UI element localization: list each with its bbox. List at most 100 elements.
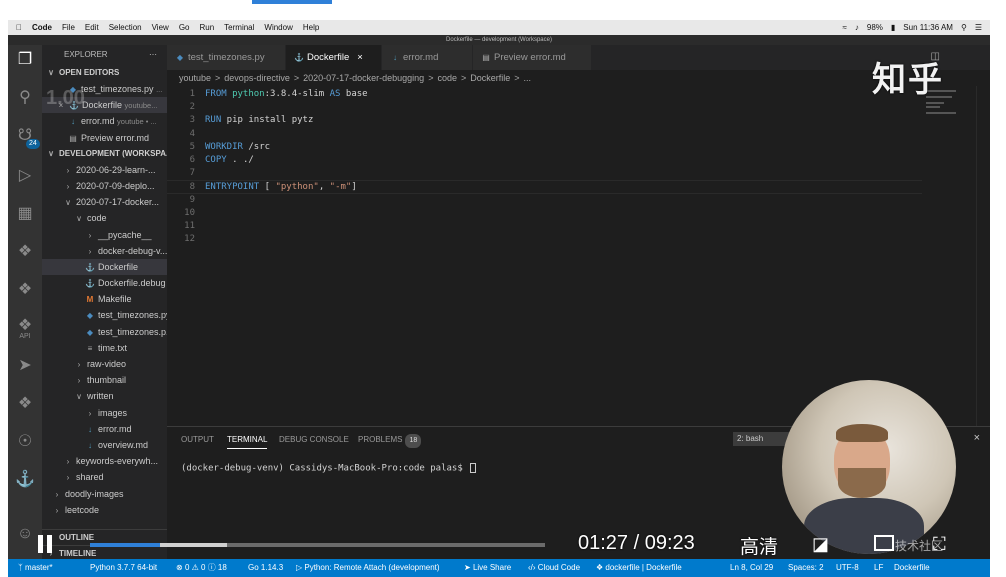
tree-folder[interactable]: ∨ 2020-07-17-docker... xyxy=(42,194,167,210)
tree-folder[interactable]: › 2020-07-09-deplo... xyxy=(42,178,167,194)
breadcrumb-item[interactable]: 2020-07-17-docker-debugging xyxy=(303,73,424,83)
tree-folder[interactable]: › docker-debug-v... xyxy=(42,243,167,259)
tab-output[interactable]: OUTPUT xyxy=(181,433,214,449)
quality-selector[interactable]: 高清 xyxy=(740,532,778,559)
search-icon[interactable]: ⚲ xyxy=(961,23,967,32)
terminal-output[interactable]: (docker-debug-venv) Cassidys-MacBook-Pro… xyxy=(181,463,477,474)
tree-file[interactable]: ⚓ Dockerfile xyxy=(42,258,167,276)
tree-file[interactable]: ↓ error.md xyxy=(42,421,167,437)
live-share-icon[interactable]: ➤ xyxy=(8,351,42,381)
tab-test-timezones[interactable]: ◆ test_timezones.py xyxy=(167,45,285,70)
line-number: 7 xyxy=(189,168,195,179)
tree-folder[interactable]: › raw-video xyxy=(42,356,167,372)
tree-folder[interactable]: › leetcode xyxy=(42,502,167,518)
progress-bar[interactable] xyxy=(90,543,545,547)
tree-file[interactable]: ≡ time.txt xyxy=(42,340,167,356)
tree-folder[interactable]: ∨ code xyxy=(42,210,167,226)
source-control-icon[interactable]: ☋ 24 xyxy=(8,121,42,151)
tree-file[interactable]: ◆ test_timezones.p... xyxy=(42,324,167,340)
code-token: :3.8.4-slim xyxy=(264,89,330,99)
line-number: 1 xyxy=(189,89,195,99)
breadcrumb-item[interactable]: Dockerfile xyxy=(470,73,510,83)
menu-run[interactable]: Run xyxy=(199,23,214,32)
problems-label: PROBLEMS xyxy=(358,435,403,444)
search-icon[interactable]: ⚲ xyxy=(8,83,42,113)
menu-app-name[interactable]: Code xyxy=(32,23,52,32)
battery-icon[interactable]: ▮ xyxy=(891,23,895,32)
tab-error-md[interactable]: ↓ error.md xyxy=(382,45,472,70)
picture-in-picture-icon[interactable] xyxy=(874,535,894,551)
tree-folder[interactable]: › __pycache__ xyxy=(42,227,167,243)
menu-file[interactable]: File xyxy=(62,23,75,32)
apple-menu-icon[interactable]:  xyxy=(16,23,22,32)
breadcrumb-item[interactable]: ... xyxy=(524,73,532,83)
close-panel-icon[interactable]: × xyxy=(974,432,980,444)
menu-go[interactable]: Go xyxy=(179,23,190,32)
tab-debug-console[interactable]: DEBUG CONSOLE xyxy=(279,433,349,449)
menu-view[interactable]: View xyxy=(152,23,169,32)
tree-file[interactable]: M Makefile xyxy=(42,291,167,307)
markdown-icon: ↓ xyxy=(88,440,92,450)
tree-folder[interactable]: › keywords-everywh... xyxy=(42,453,167,469)
menu-help[interactable]: Help xyxy=(303,23,319,32)
workspace-section[interactable]: ∨ DEVELOPMENT (WORKSPA... xyxy=(42,146,167,162)
vscode-icon[interactable]: ❖ xyxy=(8,389,42,419)
gitlens-icon[interactable]: ☉ xyxy=(8,427,42,457)
editor-scrollbar[interactable] xyxy=(976,86,990,456)
menu-edit[interactable]: Edit xyxy=(85,23,99,32)
code-token: "-m" xyxy=(329,182,352,193)
open-editor-item[interactable]: ▤ Preview error.md xyxy=(42,130,167,146)
tree-folder[interactable]: › 2020-06-29-learn-... xyxy=(42,162,167,178)
tab-problems[interactable]: PROBLEMS 18 xyxy=(358,433,422,449)
tree-folder[interactable]: › thumbnail xyxy=(42,372,167,388)
wifi-icon[interactable]: ≈ xyxy=(842,23,846,32)
chevron-down-icon: ∨ xyxy=(65,198,71,208)
volume-icon[interactable]: ◪ xyxy=(812,534,829,555)
breadcrumb-item[interactable]: youtube xyxy=(179,73,211,83)
tree-folder[interactable]: › doodly-images xyxy=(42,486,167,502)
error-count: 0 xyxy=(184,563,190,572)
window-title: Dockerfile — development (Workspace) xyxy=(8,35,990,45)
source-control-badge: 24 xyxy=(26,139,40,149)
menu-window[interactable]: Window xyxy=(264,23,292,32)
pause-button[interactable] xyxy=(36,535,56,557)
remote-explorer-icon[interactable]: ❖ xyxy=(8,237,42,267)
menu-extras-icon[interactable]: ☰ xyxy=(975,23,982,32)
fullscreen-icon[interactable]: ⛶ xyxy=(933,534,946,555)
breadcrumb-item[interactable]: code xyxy=(437,73,457,83)
open-editor-item[interactable]: ↓ error.md youtube • ... xyxy=(42,113,167,129)
line-number: 5 xyxy=(189,141,195,152)
more-actions-icon[interactable]: ⋯ xyxy=(149,45,157,65)
tree-file[interactable]: ◆ test_timezones.py xyxy=(42,307,167,323)
tree-folder[interactable]: › shared xyxy=(42,469,167,485)
code-token: COPY xyxy=(205,155,227,165)
tree-file[interactable]: ⚓ Dockerfile.debug xyxy=(42,275,167,291)
tree-folder[interactable]: ∨ written xyxy=(42,388,167,404)
preview-icon: ▤ xyxy=(482,53,490,62)
explorer-icon[interactable]: ❐ xyxy=(8,45,42,75)
tab-preview-error[interactable]: ▤ Preview error.md xyxy=(473,45,591,70)
docker-icon[interactable]: ⚓ xyxy=(8,465,42,495)
menu-terminal[interactable]: Terminal xyxy=(224,23,254,32)
minimap[interactable] xyxy=(926,88,976,448)
info-count: 18 xyxy=(217,563,227,572)
minimap-line xyxy=(926,102,944,104)
volume-icon[interactable]: ♪ xyxy=(855,23,859,32)
code-token: base xyxy=(340,89,368,99)
clock[interactable]: Sun 11:36 AM xyxy=(903,23,953,32)
tree-file[interactable]: ↓ overview.md xyxy=(42,437,167,453)
battery-percent[interactable]: 98% xyxy=(867,23,883,32)
run-debug-icon[interactable]: ▷ xyxy=(8,161,42,191)
menu-selection[interactable]: Selection xyxy=(109,23,142,32)
tree-item-label: error.md xyxy=(98,423,132,434)
kubernetes-icon[interactable]: ❖ xyxy=(8,275,42,305)
close-tab-icon[interactable]: × xyxy=(357,52,363,63)
tab-dockerfile[interactable]: ⚓ Dockerfile × xyxy=(286,45,381,70)
extensions-icon[interactable]: ▦ xyxy=(8,199,42,229)
tree-folder[interactable]: › images xyxy=(42,405,167,421)
open-editors-section[interactable]: ∨ OPEN EDITORS xyxy=(42,65,167,81)
chevron-right-icon: › xyxy=(66,181,70,191)
breadcrumb-item[interactable]: devops-directive xyxy=(224,73,290,83)
code-line: 12 xyxy=(167,233,922,246)
tab-terminal[interactable]: TERMINAL xyxy=(227,433,268,449)
